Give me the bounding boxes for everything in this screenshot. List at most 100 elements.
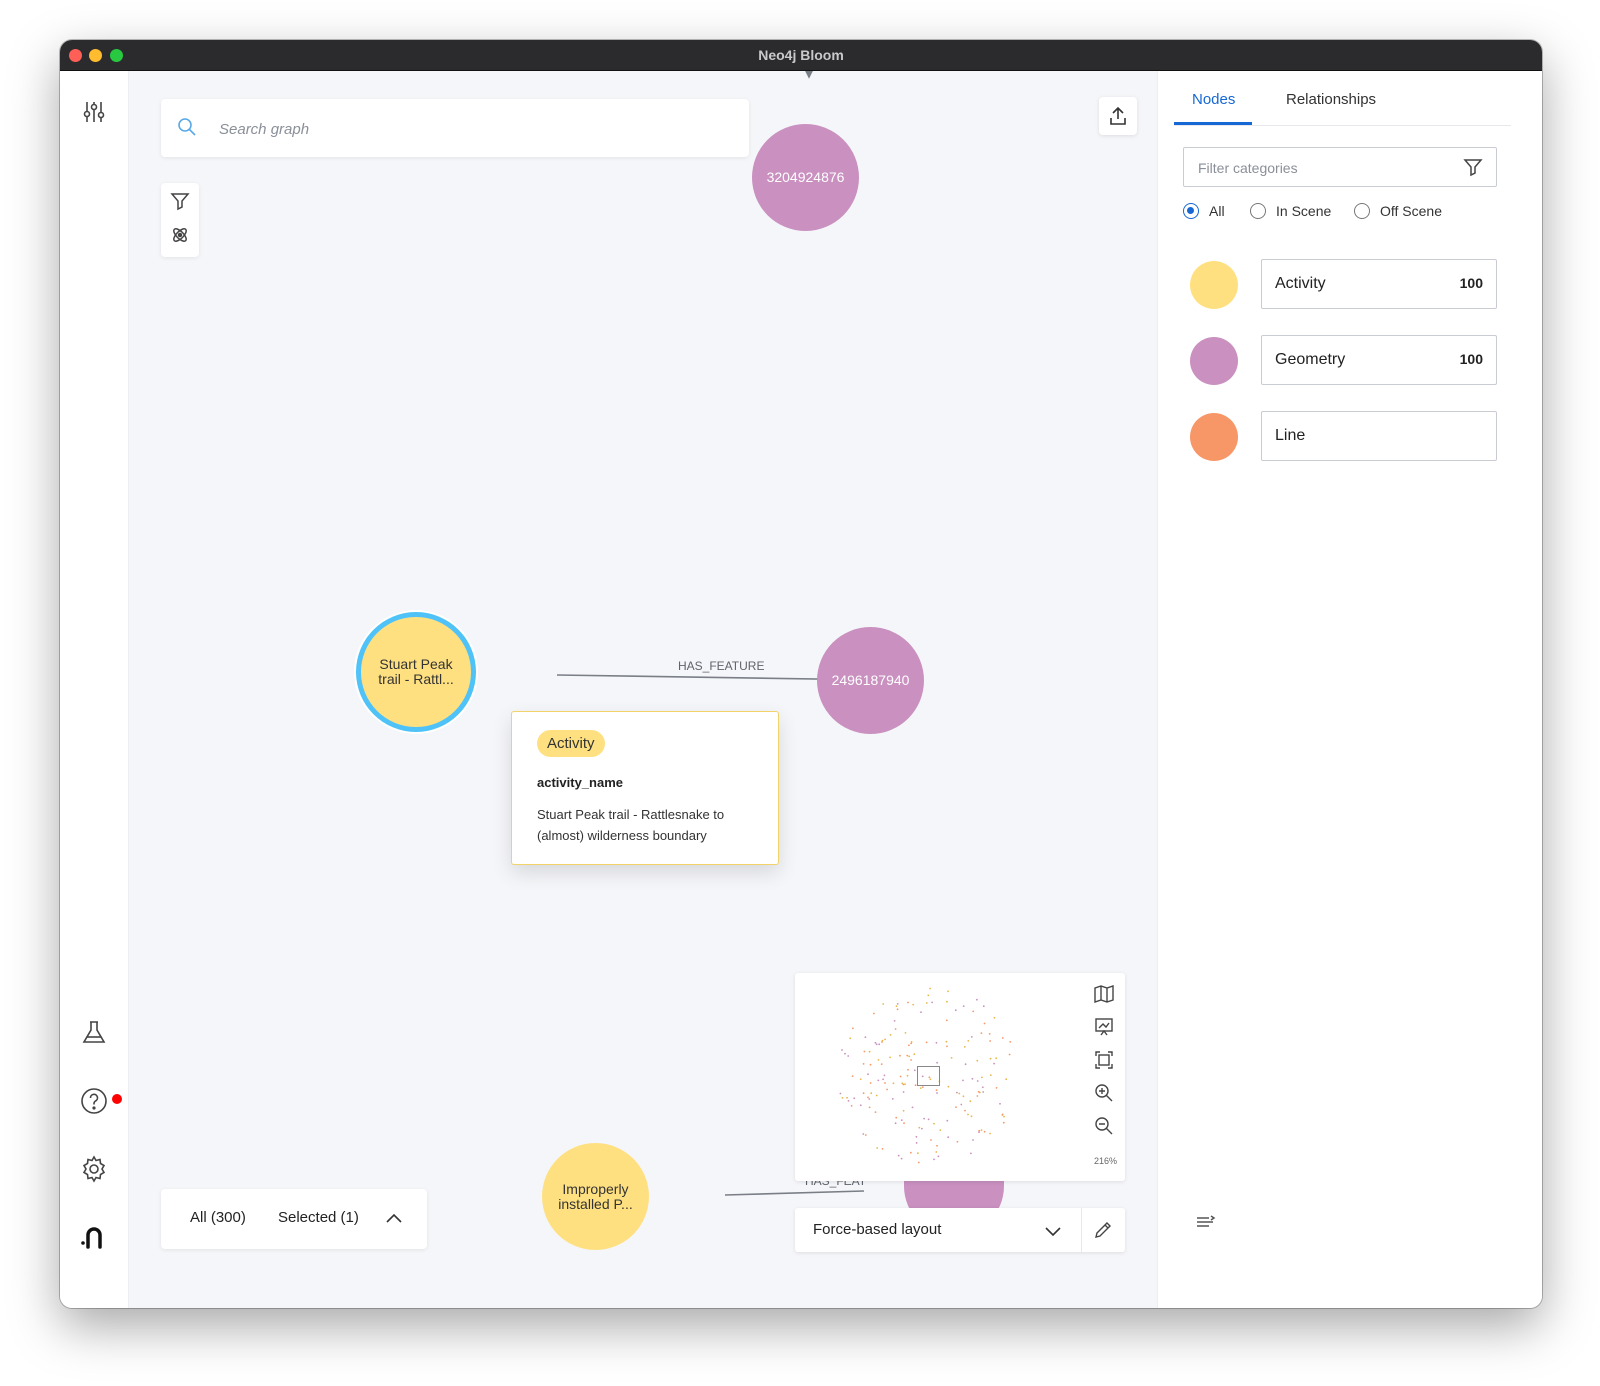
- map-icon[interactable]: [1093, 983, 1115, 1005]
- minimap-node-dot: [958, 1093, 960, 1095]
- minimap-node-dot: [895, 1122, 897, 1124]
- filter-categories-input[interactable]: [1196, 156, 1460, 180]
- minimap-node-dot: [890, 1034, 892, 1036]
- minimap-node-dot: [840, 1093, 842, 1095]
- all-count-button[interactable]: All (300): [190, 1209, 246, 1226]
- minimap-node-dot: [1005, 1078, 1007, 1080]
- minimap-node-dot: [882, 1078, 884, 1080]
- export-button[interactable]: [1099, 97, 1137, 135]
- minimap-node-dot: [911, 1041, 913, 1043]
- radio-button[interactable]: [1250, 203, 1266, 219]
- minimap-node-dot: [971, 1115, 973, 1117]
- gear-icon[interactable]: [78, 1153, 110, 1185]
- minimap-node-dot: [965, 1063, 967, 1065]
- radio-in-scene[interactable]: In Scene: [1250, 203, 1331, 219]
- node-activity-selected[interactable]: Stuart Peak trail - Rattl...: [361, 617, 471, 727]
- minimap-node-dot: [939, 1129, 941, 1131]
- selected-count-button[interactable]: Selected (1): [278, 1209, 359, 1226]
- radio-all[interactable]: All: [1183, 203, 1225, 219]
- minimap-viewport[interactable]: [917, 1066, 940, 1086]
- fit-to-screen-icon[interactable]: [1093, 1049, 1115, 1071]
- node-activity-bottom[interactable]: Improperly installed P...: [542, 1143, 649, 1250]
- radio-button[interactable]: [1183, 203, 1199, 219]
- filter-icon[interactable]: [1463, 157, 1483, 182]
- minimap-node-dot: [960, 1104, 962, 1106]
- upload-icon: [1109, 106, 1127, 131]
- category-chip[interactable]: Activity: [537, 730, 605, 757]
- chevron-up-icon[interactable]: [385, 1211, 403, 1229]
- minimap-node-dot: [1009, 1054, 1011, 1056]
- tab-nodes[interactable]: Nodes: [1192, 91, 1235, 108]
- minimap-node-dot: [847, 1055, 849, 1057]
- perspective-settings-icon[interactable]: [78, 96, 110, 128]
- zoom-in-icon[interactable]: [1093, 1082, 1115, 1104]
- minimap-node-dot: [853, 1097, 855, 1099]
- minimap-node-dot: [870, 1082, 872, 1084]
- minimap-node-dot: [994, 1017, 996, 1019]
- minimap-node-dot: [863, 1063, 865, 1065]
- minimap-node-dot: [841, 1049, 843, 1051]
- window-title: Neo4j Bloom: [60, 40, 1542, 70]
- minimap-node-dot: [846, 1097, 848, 1099]
- layout-selector[interactable]: Force-based layout: [795, 1208, 1125, 1252]
- search-input[interactable]: [217, 113, 721, 145]
- minimap-node-dot: [977, 1095, 979, 1097]
- radio-button[interactable]: [1354, 203, 1370, 219]
- minimap-node-dot: [875, 1042, 877, 1044]
- rule-based-styling-icon[interactable]: [170, 225, 190, 250]
- category-color-activity[interactable]: [1190, 261, 1238, 309]
- minimap-node-dot: [963, 1005, 965, 1007]
- category-line[interactable]: Line: [1261, 411, 1497, 461]
- minimap-node-dot: [878, 1043, 880, 1045]
- minimap-node-dot: [989, 1040, 991, 1042]
- radio-off-scene[interactable]: Off Scene: [1354, 203, 1442, 219]
- minimap-node-dot: [964, 1046, 966, 1048]
- minimap-node-dot: [917, 1152, 919, 1154]
- zoom-out-icon[interactable]: [1093, 1115, 1115, 1137]
- node-label: Stuart Peak trail - Rattl...: [373, 657, 459, 687]
- node-label: 3204924876: [767, 170, 845, 185]
- category-count: 100: [1460, 275, 1483, 291]
- minimap-node-dot: [948, 1086, 950, 1088]
- minimap-node-dot: [867, 1097, 869, 1099]
- edit-pencil-icon[interactable]: [1093, 1220, 1113, 1245]
- minimap-node-dot: [1003, 1116, 1005, 1118]
- chevron-down-icon[interactable]: [1045, 1224, 1061, 1242]
- minimap-node-dot: [907, 1075, 909, 1077]
- tab-relationships[interactable]: Relationships: [1286, 91, 1376, 108]
- presentation-icon[interactable]: [1093, 1016, 1115, 1038]
- minimap-node-dot: [976, 1060, 978, 1062]
- minimap-node-dot: [852, 1075, 854, 1077]
- node-label: 2496187940: [832, 673, 910, 688]
- radio-label: Off Scene: [1380, 203, 1442, 219]
- help-icon[interactable]: [78, 1085, 110, 1117]
- minimap-node-dot: [842, 1097, 844, 1099]
- flask-icon[interactable]: [78, 1017, 110, 1049]
- collapse-panel-icon[interactable]: [1196, 1214, 1216, 1235]
- minimap-node-dot: [865, 1134, 867, 1136]
- node-geometry-mid[interactable]: 2496187940: [817, 627, 924, 734]
- edge-has-feature-bottom: [725, 1191, 864, 1195]
- minimap-node-dot: [870, 1064, 872, 1066]
- minimap-node-dot: [947, 990, 949, 992]
- category-color-geometry[interactable]: [1190, 337, 1238, 385]
- app-window: Neo4j Bloom: [60, 40, 1542, 1308]
- minimap-node-dot: [862, 1133, 864, 1135]
- minimap-node-dot: [927, 995, 929, 997]
- divider: [1081, 1208, 1082, 1252]
- minimap-node-dot: [848, 1100, 850, 1102]
- category-geometry[interactable]: Geometry 100: [1261, 335, 1497, 385]
- category-activity[interactable]: Activity 100: [1261, 259, 1497, 309]
- category-color-line[interactable]: [1190, 413, 1238, 461]
- minimap-node-dot: [918, 1162, 920, 1164]
- minimap-node-dot: [910, 1059, 912, 1061]
- minimap[interactable]: 216%: [795, 973, 1125, 1181]
- category-count: 100: [1460, 351, 1483, 367]
- minimap-node-dot: [920, 1087, 922, 1089]
- node-geometry-top[interactable]: 3204924876: [752, 124, 859, 231]
- filter-icon[interactable]: [170, 191, 190, 216]
- minimap-node-dot: [969, 1100, 971, 1102]
- legend-panel: Nodes Relationships All In Scene Off Sce…: [1157, 71, 1542, 1308]
- minimap-node-dot: [1002, 1114, 1004, 1116]
- minimap-node-dot: [870, 1092, 872, 1094]
